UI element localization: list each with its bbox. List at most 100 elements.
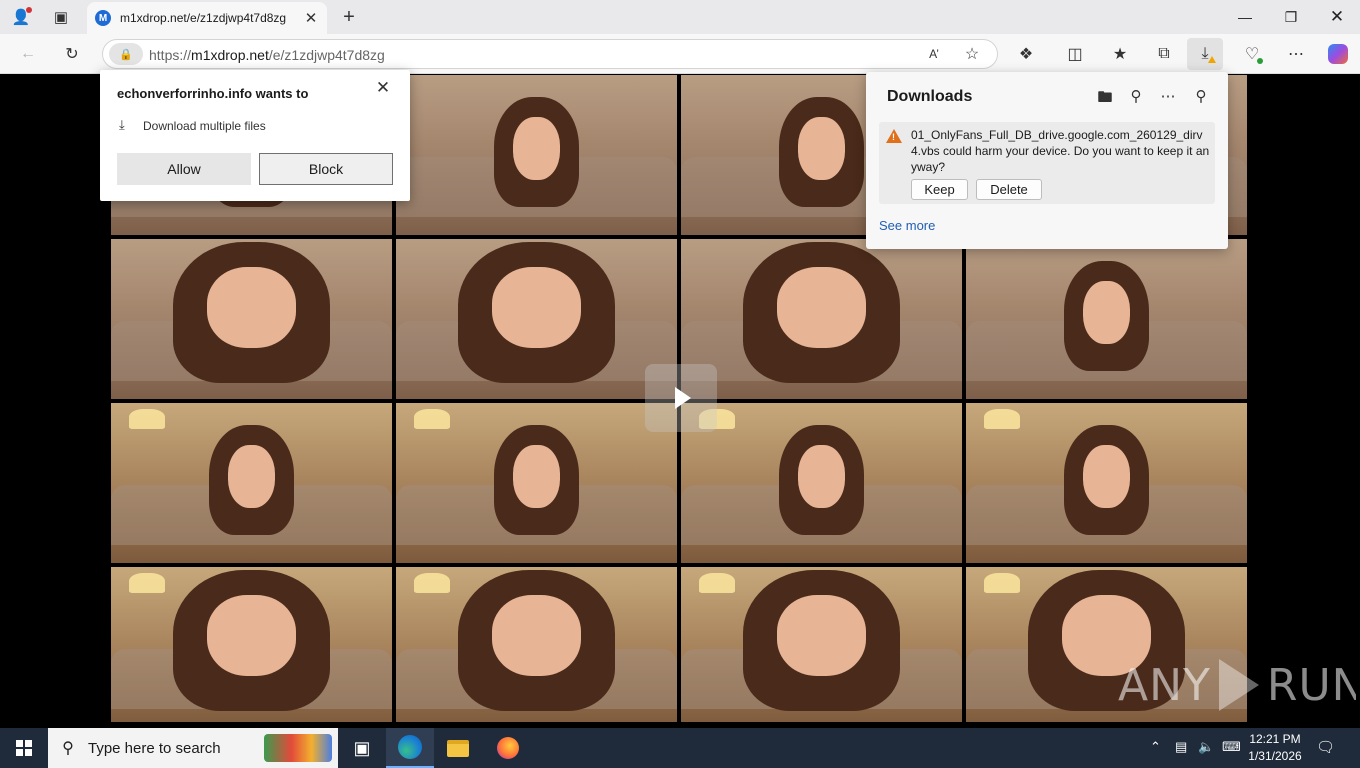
block-button[interactable]: Block	[259, 153, 393, 185]
file-explorer-taskbar-app[interactable]	[434, 728, 482, 768]
url-scheme: https://	[149, 47, 192, 63]
close-icon[interactable]: ✕	[374, 79, 392, 97]
face-shape	[1082, 280, 1131, 344]
split-screen-icon[interactable]: ◫	[1063, 43, 1087, 65]
face-shape	[227, 444, 276, 508]
tab-actions-icon[interactable]: ▣	[50, 7, 72, 27]
url-path: /e/z1zdjwp4t7d8zg	[268, 47, 385, 63]
delete-button[interactable]: Delete	[976, 179, 1042, 200]
search-placeholder: Type here to search	[88, 739, 221, 757]
read-aloud-icon[interactable]: A’	[922, 43, 946, 65]
face-shape	[207, 594, 296, 676]
video-thumbnail	[396, 567, 677, 722]
collections-icon[interactable]: ⧉	[1152, 43, 1176, 65]
download-item: ! 01_OnlyFans_Full_DB_drive.google.com_2…	[879, 122, 1215, 204]
taskbar: ⚲ Type here to search ▣ ⌃ ▤ 🔈 ⌨ 12:21 PM…	[0, 728, 1360, 768]
play-icon	[675, 387, 691, 409]
video-thumbnail	[396, 75, 677, 235]
profile-icon[interactable]: 👤	[10, 7, 32, 27]
person-figure	[209, 425, 294, 563]
folder-icon[interactable]: 🖿	[1094, 87, 1116, 107]
search-icon: ⚲	[62, 740, 74, 757]
copilot-icon[interactable]	[1326, 43, 1350, 65]
keep-button[interactable]: Keep	[911, 179, 968, 200]
clock-time: 12:21 PM	[1249, 732, 1301, 746]
face-shape	[777, 266, 866, 348]
person-figure	[1064, 425, 1149, 563]
allow-button[interactable]: Allow	[117, 153, 251, 185]
permission-title: echonverforrinho.info wants to	[117, 86, 309, 101]
downloads-button[interactable]: ⤓	[1187, 38, 1223, 70]
person-figure	[494, 425, 579, 563]
person-figure	[172, 242, 331, 399]
refresh-icon[interactable]: ↻	[60, 43, 84, 65]
browser-essentials-icon[interactable]: ♡	[1240, 43, 1264, 65]
face-shape	[797, 116, 846, 180]
download-warning-icon	[1208, 56, 1216, 63]
video-thumbnail	[111, 403, 392, 563]
windows-logo-icon	[16, 740, 32, 756]
task-view-icon[interactable]: ▣	[338, 728, 386, 768]
tab-active[interactable]: M m1xdrop.net/e/z1zdjwp4t7d8zg ✕	[87, 2, 327, 34]
warning-icon: !	[886, 129, 902, 143]
lamp-shape	[414, 573, 450, 593]
network-icon[interactable]: ▤	[1175, 739, 1187, 755]
download-icon: ⤓	[119, 117, 125, 132]
taskbar-search[interactable]: ⚲ Type here to search	[48, 728, 338, 768]
taskbar-clock[interactable]: 12:21 PM 1/31/2026	[1244, 731, 1306, 765]
person-figure	[457, 242, 616, 399]
title-bar: 👤 ▣ M m1xdrop.net/e/z1zdjwp4t7d8zg ✕ + —…	[0, 0, 1360, 34]
video-thumbnail	[681, 239, 962, 399]
extensions-icon[interactable]: ❖	[1014, 43, 1038, 65]
star-icon[interactable]: ☆	[960, 43, 984, 65]
keyboard-icon[interactable]: ⌨	[1222, 739, 1241, 755]
new-tab-button[interactable]: +	[338, 6, 360, 28]
lamp-shape	[414, 409, 450, 429]
video-thumbnail	[111, 239, 392, 399]
more-options-icon[interactable]: ⋯	[1284, 43, 1308, 65]
search-highlight-image	[264, 734, 332, 762]
face-shape	[512, 116, 561, 180]
url-text[interactable]: https://m1xdrop.net/e/z1zdjwp4t7d8zg	[149, 47, 385, 63]
window-restore-button[interactable]: ❐	[1268, 4, 1314, 30]
volume-icon[interactable]: 🔈	[1198, 739, 1214, 755]
face-shape	[492, 266, 581, 348]
permission-request-text: Download multiple files	[143, 119, 266, 133]
firefox-taskbar-app[interactable]	[484, 728, 532, 768]
face-shape	[512, 444, 561, 508]
notifications-icon[interactable]: 🗨	[1316, 738, 1335, 756]
see-more-link[interactable]: See more	[879, 218, 935, 233]
edge-taskbar-app[interactable]	[386, 728, 434, 768]
downloads-title: Downloads	[887, 88, 973, 105]
url-host: m1xdrop.net	[191, 47, 269, 63]
face-shape	[492, 594, 581, 676]
tab-close-icon[interactable]: ✕	[303, 9, 319, 27]
video-thumbnail	[681, 403, 962, 563]
favorites-icon[interactable]: ★	[1108, 43, 1132, 65]
copilot-logo	[1328, 44, 1348, 64]
lock-icon[interactable]: 🔒	[109, 43, 143, 65]
window-minimize-button[interactable]: —	[1222, 4, 1268, 30]
lamp-shape	[699, 573, 735, 593]
video-thumbnail	[111, 567, 392, 722]
video-thumbnail	[396, 239, 677, 399]
watermark-text-left: ANY	[1118, 659, 1211, 711]
lamp-shape	[129, 409, 165, 429]
chevron-up-icon[interactable]: ⌃	[1150, 739, 1161, 755]
search-icon[interactable]: ⚲	[1125, 87, 1147, 107]
person-figure	[742, 242, 901, 399]
permission-popup: echonverforrinho.info wants to ✕ ⤓ Downl…	[100, 70, 410, 201]
more-options-icon[interactable]: ⋯	[1157, 87, 1179, 107]
face-shape	[777, 594, 866, 676]
start-button[interactable]	[0, 728, 48, 768]
lamp-shape	[984, 573, 1020, 593]
back-arrow-icon[interactable]: ←	[16, 43, 40, 65]
window-close-button[interactable]: ✕	[1314, 4, 1360, 30]
play-button[interactable]	[645, 364, 717, 432]
profile-notification-dot	[26, 7, 32, 13]
face-shape	[797, 444, 846, 508]
person-figure	[742, 570, 901, 722]
video-thumbnail	[966, 239, 1247, 399]
address-bar[interactable]: 🔒 https://m1xdrop.net/e/z1zdjwp4t7d8zg	[102, 39, 998, 69]
pin-icon[interactable]: ⚲	[1190, 87, 1212, 107]
